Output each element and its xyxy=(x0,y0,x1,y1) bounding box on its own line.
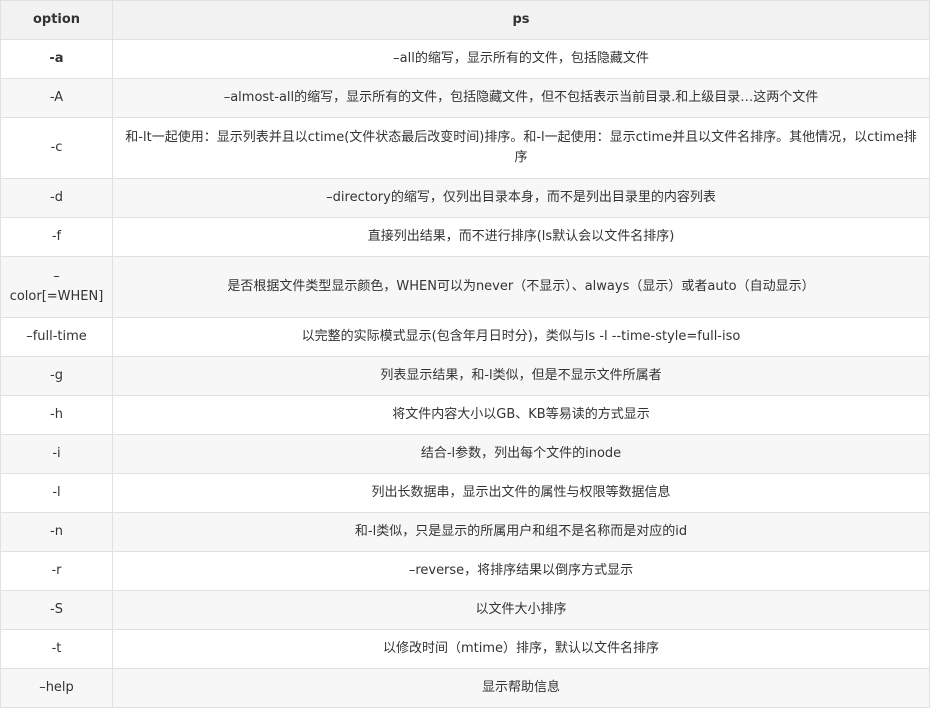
header-ps: ps xyxy=(112,0,930,40)
table-row: –color[=WHEN] 是否根据文件类型显示颜色，WHEN可以为never（… xyxy=(0,256,930,318)
ps-cell: 结合-l参数，列出每个文件的inode xyxy=(112,434,930,474)
options-table: option ps -a –all的缩写，显示所有的文件，包括隐藏文件 -A –… xyxy=(0,0,930,708)
table-row: -c 和-lt一起使用：显示列表并且以ctime(文件状态最后改变时间)排序。和… xyxy=(0,117,930,179)
table-row: –help 显示帮助信息 xyxy=(0,668,930,708)
option-cell: -d xyxy=(0,178,113,218)
ps-cell: 是否根据文件类型显示颜色，WHEN可以为never（不显示）、always（显示… xyxy=(112,256,930,318)
table-row: -n 和-l类似，只是显示的所属用户和组不是名称而是对应的id xyxy=(0,512,930,552)
option-cell: –help xyxy=(0,668,113,708)
table-row: -A –almost-all的缩写，显示所有的文件，包括隐藏文件，但不包括表示当… xyxy=(0,78,930,118)
table-row: -g 列表显示结果，和-l类似，但是不显示文件所属者 xyxy=(0,356,930,396)
ps-cell: 和-l类似，只是显示的所属用户和组不是名称而是对应的id xyxy=(112,512,930,552)
option-cell: -A xyxy=(0,78,113,118)
option-cell: -a xyxy=(0,39,113,79)
ps-cell: 直接列出结果，而不进行排序(ls默认会以文件名排序) xyxy=(112,217,930,257)
ps-cell: 将文件内容大小以GB、KB等易读的方式显示 xyxy=(112,395,930,435)
table-header-row: option ps xyxy=(0,0,930,40)
table-row: -d –directory的缩写，仅列出目录本身，而不是列出目录里的内容列表 xyxy=(0,178,930,218)
ps-cell: 以完整的实际模式显示(包含年月日时分)，类似与ls -l --time-styl… xyxy=(112,317,930,357)
option-cell: -S xyxy=(0,590,113,630)
table-row: -i 结合-l参数，列出每个文件的inode xyxy=(0,434,930,474)
option-cell: -n xyxy=(0,512,113,552)
table-row: -r –reverse，将排序结果以倒序方式显示 xyxy=(0,551,930,591)
table-row: -f 直接列出结果，而不进行排序(ls默认会以文件名排序) xyxy=(0,217,930,257)
table-row: –full-time 以完整的实际模式显示(包含年月日时分)，类似与ls -l … xyxy=(0,317,930,357)
option-cell: -f xyxy=(0,217,113,257)
ps-cell: 和-lt一起使用：显示列表并且以ctime(文件状态最后改变时间)排序。和-l一… xyxy=(112,117,930,179)
table-row: -h 将文件内容大小以GB、KB等易读的方式显示 xyxy=(0,395,930,435)
option-cell: -i xyxy=(0,434,113,474)
option-cell: -r xyxy=(0,551,113,591)
ps-cell: –all的缩写，显示所有的文件，包括隐藏文件 xyxy=(112,39,930,79)
option-cell: –color[=WHEN] xyxy=(0,256,113,318)
ps-cell: 以修改时间（mtime）排序，默认以文件名排序 xyxy=(112,629,930,669)
table-row: -t 以修改时间（mtime）排序，默认以文件名排序 xyxy=(0,629,930,669)
option-cell: -h xyxy=(0,395,113,435)
ps-cell: 列出长数据串，显示出文件的属性与权限等数据信息 xyxy=(112,473,930,513)
ps-cell: –almost-all的缩写，显示所有的文件，包括隐藏文件，但不包括表示当前目录… xyxy=(112,78,930,118)
ps-cell: 显示帮助信息 xyxy=(112,668,930,708)
option-cell: -l xyxy=(0,473,113,513)
option-cell: -t xyxy=(0,629,113,669)
ps-cell: –directory的缩写，仅列出目录本身，而不是列出目录里的内容列表 xyxy=(112,178,930,218)
table-row: -a –all的缩写，显示所有的文件，包括隐藏文件 xyxy=(0,39,930,79)
table-row: -l 列出长数据串，显示出文件的属性与权限等数据信息 xyxy=(0,473,930,513)
option-cell: -c xyxy=(0,117,113,179)
table-row: -S 以文件大小排序 xyxy=(0,590,930,630)
header-option: option xyxy=(0,0,113,40)
option-cell: –full-time xyxy=(0,317,113,357)
ps-cell: 列表显示结果，和-l类似，但是不显示文件所属者 xyxy=(112,356,930,396)
ps-cell: –reverse，将排序结果以倒序方式显示 xyxy=(112,551,930,591)
option-cell: -g xyxy=(0,356,113,396)
ps-cell: 以文件大小排序 xyxy=(112,590,930,630)
